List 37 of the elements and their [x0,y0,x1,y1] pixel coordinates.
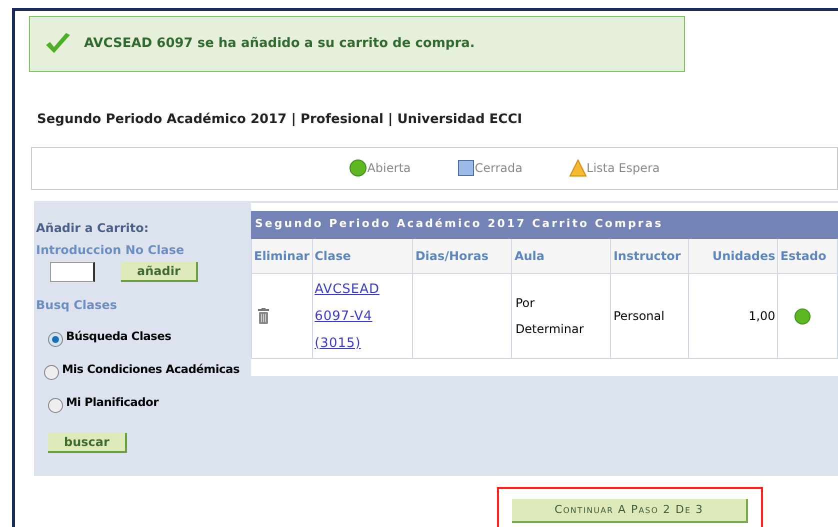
class-link[interactable]: AVCSEAD [314,282,380,296]
column-header: Clase [312,238,413,274]
radio-button[interactable] [48,398,63,412]
waitlist-status-icon [568,159,587,177]
trash-icon[interactable] [258,308,269,324]
class-link[interactable]: (3015) [314,336,361,350]
add-button[interactable]: añadir [121,262,198,282]
cart-title-bar: Segundo Periodo Académico 2017 Carrito Compras [251,210,838,238]
legend-label: Abierta [367,160,411,177]
column-header: Estado [778,238,838,274]
radio-label: Búsqueda Clases [66,328,172,344]
search-button[interactable]: buscar [48,432,128,452]
radio-label: Mi Planificador [66,394,158,410]
legend-label: Lista Espera [586,160,660,177]
closed-status-icon [456,159,475,177]
field-label: Introduccion No Clase [36,242,186,258]
continue-button[interactable]: Continuar A Paso 2 De 3 [512,499,748,523]
section-heading: Busq Clases [36,296,118,314]
table-cell-text: Determinar [515,321,585,338]
column-header: Dias/Horas [412,238,512,274]
table-cell-text: Por [515,295,536,312]
open-status-icon [349,159,368,177]
class-number-field[interactable] [50,262,95,282]
table-cell: 1,00 [748,309,776,323]
class-link[interactable]: 6097-V4 [314,308,372,324]
message-text: AVCSEAD 6097 se ha añadido a su carrito de compra. [84,35,475,54]
column-header: Eliminar [252,238,312,274]
radio-label: Mis Condiciones Académicas [62,360,240,378]
table-cell: Personal [613,309,664,323]
column-header: Unidades [688,238,778,274]
radio-button[interactable] [44,364,59,380]
column-header: Aula [512,238,611,274]
legend-label: Cerrada [474,160,523,177]
column-header: Instructor [610,238,689,274]
section-heading: Añadir a Carrito: [36,220,150,236]
term-title: Segundo Periodo Académico 2017 | Profesional | Universidad ECCI [37,111,524,129]
radio-button[interactable] [48,332,63,346]
